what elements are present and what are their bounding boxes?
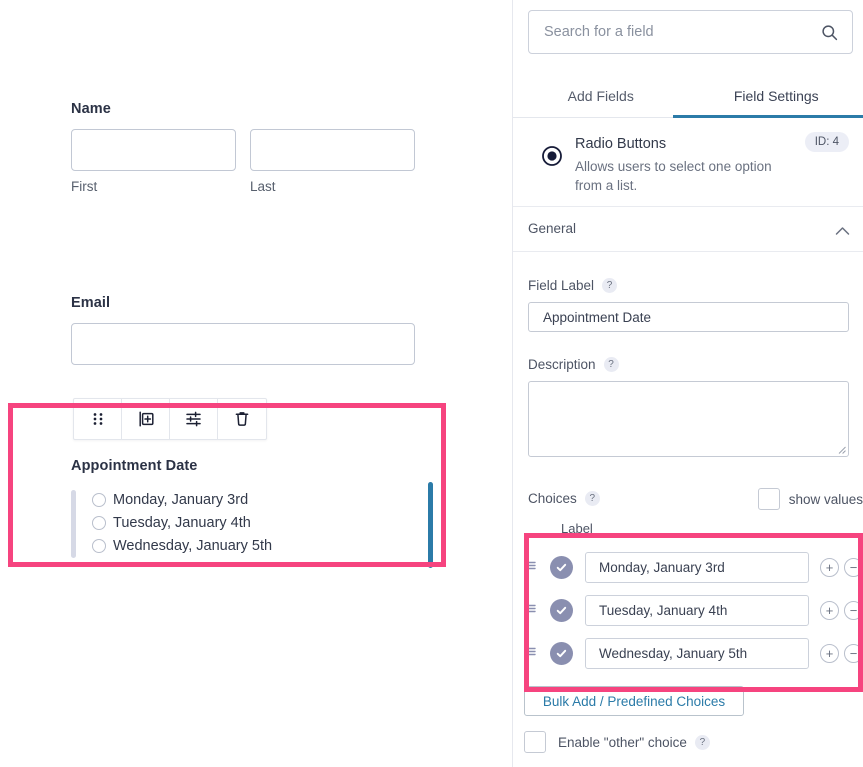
radio-option[interactable]: Tuesday, January 4th bbox=[92, 511, 401, 534]
field-label-input[interactable]: Appointment Date bbox=[528, 302, 849, 332]
email-input[interactable] bbox=[71, 323, 415, 365]
general-section-title: General bbox=[528, 221, 577, 236]
field-label-setting: Field Label ? Appointment Date bbox=[528, 278, 849, 332]
general-section-header[interactable]: General bbox=[513, 207, 863, 252]
tab-add-fields[interactable]: Add Fields bbox=[513, 78, 689, 117]
tab-field-settings-label: Field Settings bbox=[733, 88, 819, 104]
help-icon[interactable]: ? bbox=[602, 278, 618, 293]
choices-column-header: Label bbox=[561, 521, 593, 536]
resize-grip-icon[interactable] bbox=[837, 445, 846, 454]
field-type-description: Allows users to select one option from a… bbox=[575, 159, 772, 193]
form-preview-pane: Name First Last Email Appointment Date M… bbox=[0, 0, 512, 767]
drag-handle-button[interactable] bbox=[74, 399, 122, 439]
enable-other-label: Enable "other" choice bbox=[558, 734, 687, 750]
add-choice-button[interactable]: + bbox=[820, 558, 839, 577]
choice-row: Tuesday, January 4th + − bbox=[512, 589, 863, 632]
name-first-column: First bbox=[71, 129, 236, 194]
first-name-sublabel: First bbox=[71, 179, 98, 194]
choices-list: Monday, January 3rd + − Tuesday, January… bbox=[512, 546, 863, 675]
last-name-input[interactable] bbox=[250, 129, 415, 171]
radio-circle-icon[interactable] bbox=[92, 538, 106, 553]
choice-selected-icon[interactable] bbox=[550, 642, 573, 665]
field-action-toolbar bbox=[73, 398, 267, 440]
settings-tabs: Add Fields Field Settings bbox=[513, 78, 863, 118]
form-builder-screen: Name First Last Email Appointment Date M… bbox=[0, 0, 863, 767]
show-values-toggle[interactable]: show values bbox=[757, 488, 863, 510]
choice-row: Wednesday, January 5th + − bbox=[512, 632, 863, 675]
field-settings-button[interactable] bbox=[170, 399, 218, 439]
name-field-label: Name bbox=[71, 101, 111, 117]
email-field-label: Email bbox=[71, 295, 111, 311]
remove-choice-button[interactable]: − bbox=[844, 601, 863, 620]
chevron-up-icon[interactable] bbox=[835, 223, 850, 241]
radio-circle-icon[interactable] bbox=[92, 515, 106, 530]
choice-row: Monday, January 3rd + − bbox=[512, 546, 863, 589]
choice-drag-handle-icon[interactable] bbox=[524, 602, 541, 620]
field-label-text: Field Label bbox=[528, 278, 595, 293]
enable-other-checkbox[interactable] bbox=[524, 731, 546, 753]
appointment-radio-list: Monday, January 3rd Tuesday, January 4th… bbox=[71, 488, 401, 558]
first-name-input[interactable] bbox=[71, 129, 236, 171]
name-last-column: Last bbox=[250, 129, 415, 194]
choices-label-text: Choices bbox=[528, 491, 577, 506]
choice-label-input[interactable]: Monday, January 3rd bbox=[585, 552, 809, 583]
choice-row-actions: + − bbox=[820, 558, 863, 577]
radio-option-label: Monday, January 3rd bbox=[113, 491, 249, 508]
choice-row-actions: + − bbox=[820, 644, 863, 663]
last-name-sublabel: Last bbox=[250, 179, 276, 194]
description-caption: Description ? bbox=[528, 357, 849, 372]
radio-circle-icon[interactable] bbox=[92, 492, 106, 507]
choices-caption: Choices ? bbox=[528, 491, 600, 506]
help-icon[interactable]: ? bbox=[584, 491, 600, 506]
enable-other-choice-toggle[interactable]: Enable "other" choice ? bbox=[524, 731, 710, 753]
choice-drag-handle-icon[interactable] bbox=[524, 559, 541, 577]
radio-option-label: Wednesday, January 5th bbox=[113, 537, 273, 554]
description-textarea[interactable] bbox=[528, 381, 849, 457]
radio-option[interactable]: Monday, January 3rd bbox=[92, 488, 401, 511]
field-id-badge: ID: 4 bbox=[804, 132, 849, 152]
remove-choice-button[interactable]: − bbox=[844, 558, 863, 577]
enable-other-caption: Enable "other" choice ? bbox=[558, 734, 710, 750]
radio-button-icon bbox=[541, 145, 563, 172]
help-icon[interactable]: ? bbox=[694, 734, 710, 750]
choice-selected-icon[interactable] bbox=[550, 556, 573, 579]
field-type-header: Radio Buttons Allows users to select one… bbox=[513, 118, 863, 207]
choice-label-input[interactable]: Wednesday, January 5th bbox=[585, 638, 809, 669]
duplicate-field-button[interactable] bbox=[122, 399, 170, 439]
help-icon[interactable]: ? bbox=[603, 357, 619, 372]
show-values-label: show values bbox=[788, 491, 863, 507]
tab-field-settings[interactable]: Field Settings bbox=[689, 78, 863, 117]
add-choice-button[interactable]: + bbox=[820, 601, 839, 620]
remove-choice-button[interactable]: − bbox=[844, 644, 863, 663]
field-active-indicator bbox=[71, 490, 76, 558]
bulk-add-button[interactable]: Bulk Add / Predefined Choices bbox=[524, 686, 744, 716]
choice-selected-icon[interactable] bbox=[550, 599, 573, 622]
tab-add-fields-label: Add Fields bbox=[567, 88, 634, 104]
field-type-name: Radio Buttons bbox=[575, 136, 667, 152]
appointment-field-label: Appointment Date bbox=[71, 458, 198, 474]
search-input[interactable]: Search for a field bbox=[529, 24, 821, 40]
form-field-appointment-date: Appointment Date Monday, January 3rd Tue… bbox=[71, 458, 401, 558]
preview-scroll-indicator[interactable] bbox=[428, 482, 433, 568]
form-field-name: Name First Last bbox=[71, 100, 415, 194]
add-choice-button[interactable]: + bbox=[820, 644, 839, 663]
field-search-box[interactable]: Search for a field bbox=[528, 10, 853, 54]
show-values-checkbox[interactable] bbox=[757, 488, 780, 510]
radio-option[interactable]: Wednesday, January 5th bbox=[92, 534, 401, 557]
description-label-text: Description bbox=[528, 357, 596, 372]
field-label-caption: Field Label ? bbox=[528, 278, 849, 293]
form-field-email: Email bbox=[71, 294, 415, 365]
choice-label-input[interactable]: Tuesday, January 4th bbox=[585, 595, 809, 626]
delete-field-button[interactable] bbox=[218, 399, 266, 439]
description-setting: Description ? bbox=[528, 357, 849, 457]
choice-drag-handle-icon[interactable] bbox=[524, 645, 541, 663]
search-icon bbox=[821, 24, 852, 41]
radio-option-label: Tuesday, January 4th bbox=[113, 514, 251, 531]
choice-row-actions: + − bbox=[820, 601, 863, 620]
